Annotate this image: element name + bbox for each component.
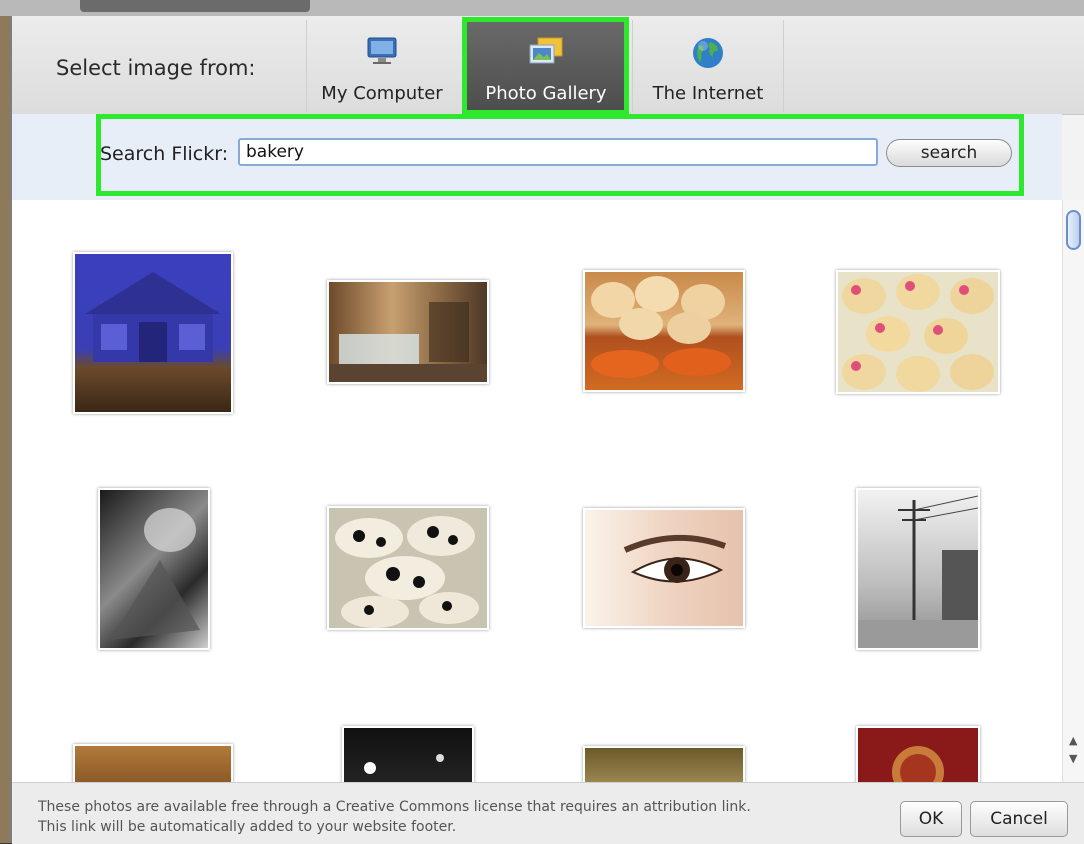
photo-gallery-grid (12, 200, 1062, 782)
search-button[interactable]: search (886, 139, 1012, 167)
gallery-thumbnail[interactable] (327, 506, 489, 630)
photo-gallery-icon (529, 37, 563, 64)
window-top-bar (0, 0, 1084, 16)
cow-cookies-image (335, 516, 479, 628)
tab-the-internet[interactable]: The Internet (632, 20, 784, 112)
ok-button[interactable]: OK (900, 801, 962, 837)
gallery-thumbnail[interactable] (836, 270, 1000, 394)
gallery-thumbnail[interactable] (583, 270, 745, 392)
eye-image (623, 534, 727, 583)
search-label: Search Flickr: (100, 143, 229, 165)
night-street-image (364, 754, 444, 774)
window-tab (80, 0, 310, 12)
license-note: These photos are available free through … (38, 799, 751, 835)
search-input[interactable] (238, 138, 878, 166)
tart-image (892, 746, 944, 782)
street-image (858, 495, 979, 648)
cookies-image (842, 274, 994, 392)
tab-the-internet-label: The Internet (652, 83, 764, 104)
pastries-image (591, 276, 731, 378)
tab-photo-gallery[interactable]: Photo Gallery (462, 17, 629, 115)
gallery-thumbnail[interactable] (327, 280, 489, 384)
scroll-up-arrow-icon[interactable]: ▲ (1069, 734, 1077, 747)
gallery-thumbnail[interactable] (583, 746, 745, 782)
gallery-thumbnail[interactable] (856, 488, 980, 650)
gallery-thumbnail[interactable] (73, 744, 233, 782)
tab-my-computer-label: My Computer (321, 83, 443, 104)
storefront-image (85, 272, 221, 362)
source-bar: Select image from: My Computer Photo Gal… (12, 16, 1084, 115)
tab-photo-gallery-label: Photo Gallery (485, 83, 607, 104)
gallery-thumbnail[interactable] (583, 508, 745, 628)
dialog-footer: These photos are available free through … (12, 782, 1084, 844)
source-label: Select image from: (56, 56, 256, 80)
scroll-down-arrow-icon[interactable]: ▼ (1069, 752, 1077, 765)
tab-my-computer[interactable]: My Computer (306, 20, 457, 112)
monitor-icon (367, 37, 397, 64)
globe-icon (693, 38, 723, 68)
machinery-image (110, 508, 200, 640)
gallery-thumbnail[interactable] (342, 726, 474, 782)
gallery-thumbnail[interactable] (856, 726, 980, 782)
scrollbar-thumb[interactable] (1066, 210, 1081, 250)
cancel-button[interactable]: Cancel (970, 801, 1068, 837)
image-picker-dialog: Select image from: My Computer Photo Gal… (10, 16, 1084, 844)
gallery-scrollbar[interactable]: ▲ ▼ (1062, 200, 1084, 782)
gallery-thumbnail[interactable] (98, 488, 210, 650)
bakery-interior-image (329, 302, 487, 382)
gallery-thumbnail[interactable] (73, 252, 233, 414)
window-left-edge (0, 16, 10, 843)
